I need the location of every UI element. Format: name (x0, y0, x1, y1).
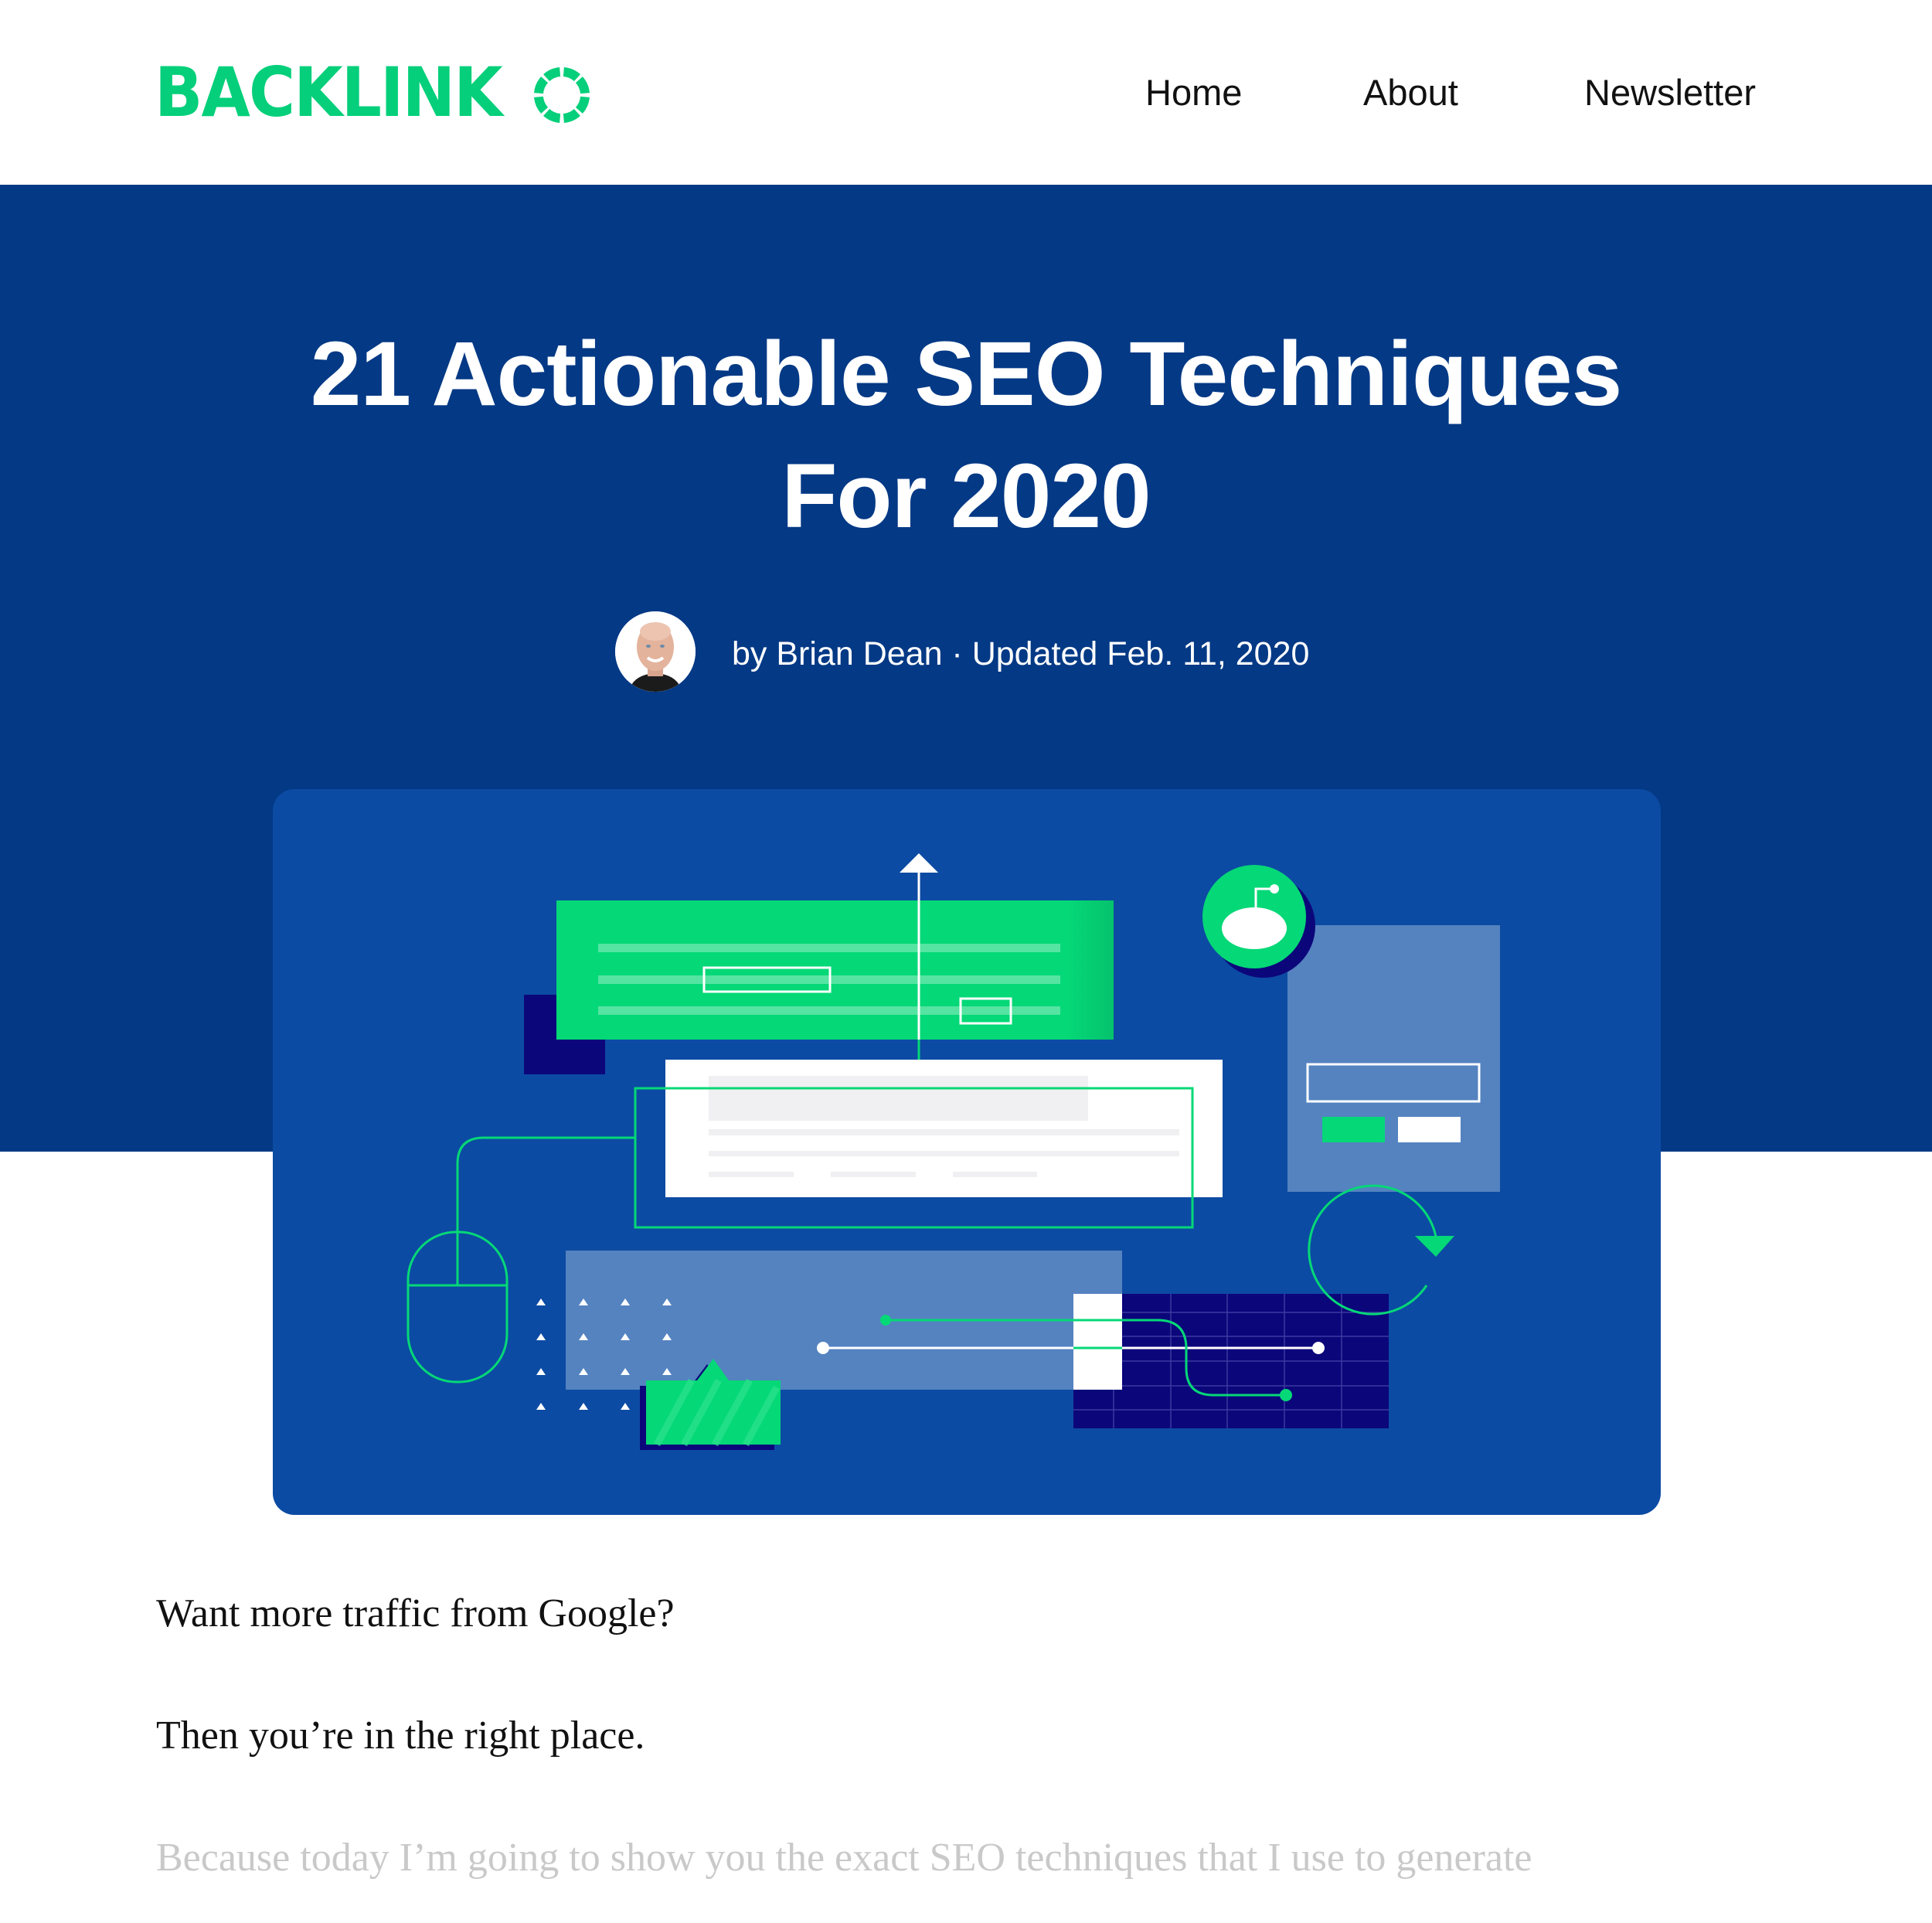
nav-about[interactable]: About (1363, 70, 1458, 116)
intro-paragraph-1: Want more traffic from Google? (156, 1591, 675, 1635)
title-line-2: For 2020 (781, 445, 1151, 547)
nav-newsletter[interactable]: Newsletter (1584, 70, 1756, 116)
article-byline: by Brian Dean · Updated Feb. 11, 2020 (732, 635, 1310, 672)
logo-o-ring-icon (534, 67, 590, 123)
backlinko-logo[interactable]: BACKLINK (155, 53, 590, 132)
site-header: BACKLINK Home About Newsletter (0, 0, 1932, 185)
title-line-1: 21 Actionable SEO Techniques (310, 323, 1623, 425)
author-avatar[interactable] (615, 611, 696, 692)
author-photo-icon (615, 611, 696, 692)
featured-image-card (273, 789, 1661, 1515)
article-title: 21 Actionable SEO Techniques For 2020 (0, 313, 1932, 557)
nav-home[interactable]: Home (1145, 70, 1242, 116)
intro-paragraph-2: Then you’re in the right place. (156, 1714, 645, 1758)
logo-wordmark: BACKLINK (155, 53, 503, 132)
intro-paragraph-3: Because today I’m going to show you the … (156, 1836, 1532, 1880)
